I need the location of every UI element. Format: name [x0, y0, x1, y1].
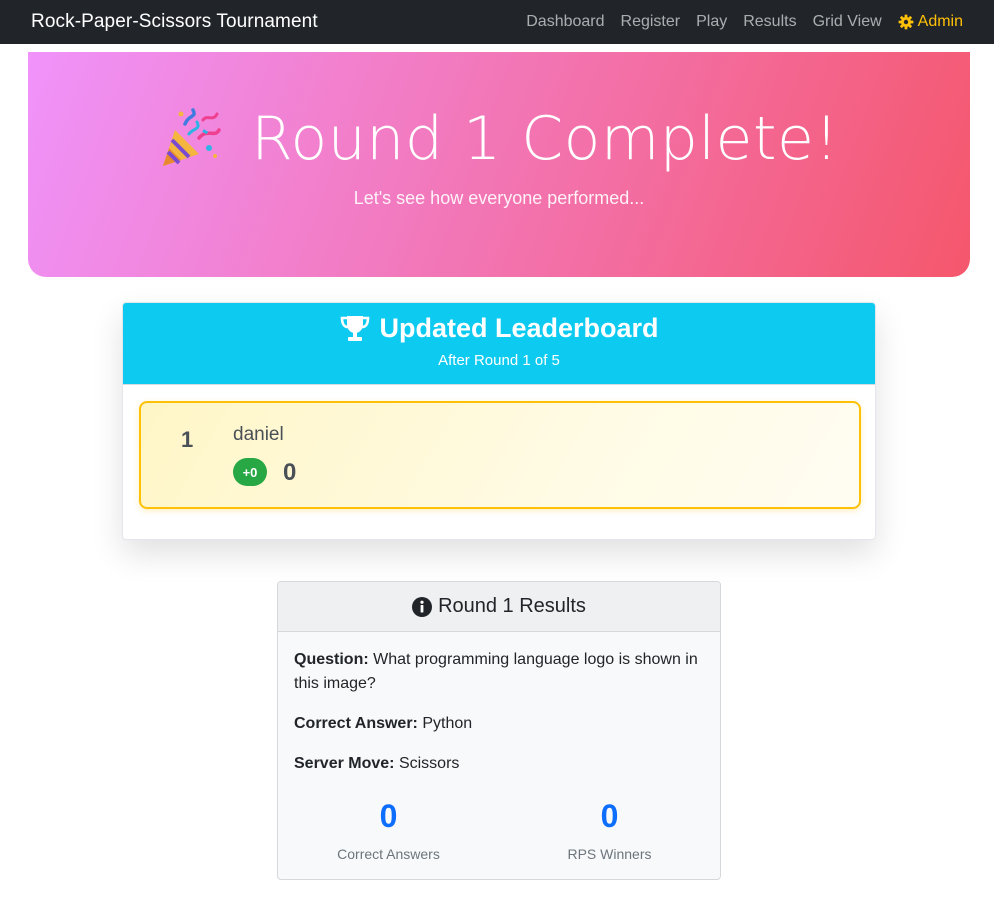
correct-answer-value: Python	[422, 715, 473, 732]
nav-link-results[interactable]: Results	[743, 13, 796, 31]
round-results-title: Round 1 Results	[438, 595, 586, 617]
round-results-card: Round 1 Results Question: What programmi…	[277, 581, 721, 880]
nav-link-admin[interactable]: Admin	[898, 13, 963, 31]
correct-answer-row: Correct Answer: Python	[294, 712, 704, 736]
hero-subtitle: Let's see how everyone performed...	[353, 188, 645, 208]
hero-title: Round 1 Complete!	[251, 104, 839, 174]
leaderboard-entry: 1 daniel +0 0	[139, 401, 861, 509]
party-popper-icon	[163, 108, 221, 166]
leaderboard-title: Updated Leaderboard	[379, 313, 659, 343]
gear-icon	[898, 14, 914, 30]
round-results-body: Question: What programming language logo…	[278, 632, 720, 776]
entry-score: 0	[283, 459, 297, 486]
server-move-label: Server Move:	[294, 755, 395, 772]
nav-link-register[interactable]: Register	[621, 13, 681, 31]
leaderboard-subtitle: After Round 1 of 5	[438, 352, 560, 369]
info-circle-icon	[412, 596, 433, 617]
hero-title-row: Round 1 Complete!	[28, 104, 970, 174]
server-move-value: Scissors	[398, 755, 460, 772]
stat-label: Correct Answers	[337, 846, 440, 862]
hero-banner: Round 1 Complete! Let's see how everyone…	[28, 52, 970, 277]
navbar: Rock-Paper-Scissors Tournament Dashboard…	[0, 0, 994, 44]
stat-label: RPS Winners	[567, 846, 652, 862]
leaderboard-card: Updated Leaderboard After Round 1 of 5 1…	[122, 302, 876, 540]
entry-player-name: daniel	[233, 424, 284, 445]
nav-link-dashboard[interactable]: Dashboard	[526, 13, 604, 31]
server-move-row: Server Move: Scissors	[294, 752, 704, 776]
leaderboard-header: Updated Leaderboard After Round 1 of 5	[123, 303, 875, 385]
nav-link-play[interactable]: Play	[696, 13, 727, 31]
question-row: Question: What programming language logo…	[294, 648, 704, 696]
stat-value: 0	[600, 798, 619, 834]
leaderboard-title-row: Updated Leaderboard	[123, 303, 875, 344]
trophy-icon	[341, 315, 370, 341]
entry-rank: 1	[181, 427, 194, 452]
admin-label: Admin	[917, 13, 963, 30]
stat-value: 0	[379, 798, 398, 834]
round-stats: 0 Correct Answers 0 RPS Winners	[278, 796, 720, 862]
round-results-header: Round 1 Results	[278, 582, 720, 632]
correct-answer-label: Correct Answer:	[294, 715, 418, 732]
stat-correct-answers: 0 Correct Answers	[278, 796, 499, 862]
navbar-brand[interactable]: Rock-Paper-Scissors Tournament	[31, 11, 318, 33]
nav-links: Dashboard Register Play Results Grid Vie…	[526, 13, 963, 31]
nav-link-grid-view[interactable]: Grid View	[813, 13, 882, 31]
question-label: Question:	[294, 651, 369, 668]
stat-rps-winners: 0 RPS Winners	[499, 796, 720, 862]
score-delta-badge: +0	[233, 458, 267, 486]
